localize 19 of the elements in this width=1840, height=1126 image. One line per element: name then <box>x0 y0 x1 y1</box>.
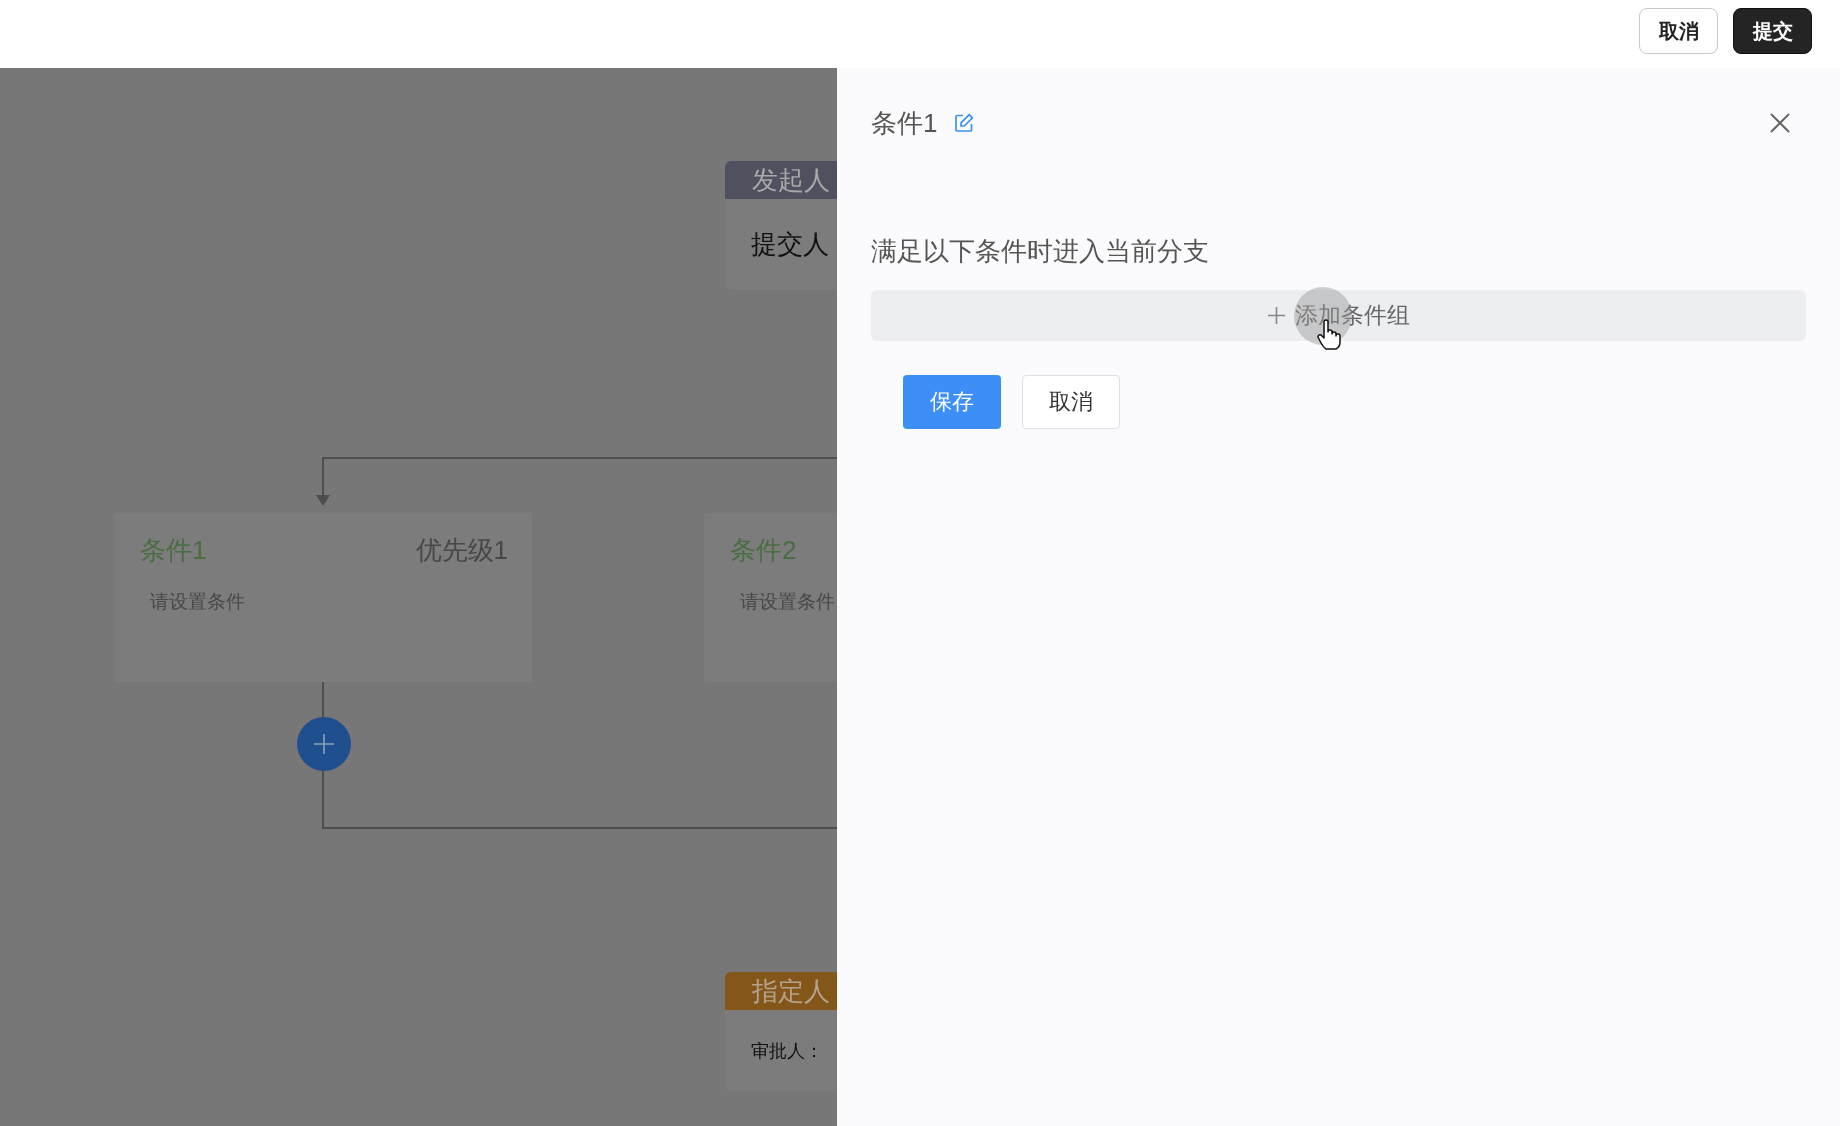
plus-icon <box>313 733 335 755</box>
node-title: 发起人 <box>725 161 837 199</box>
flow-node[interactable]: 指定人 审批人： <box>725 972 837 1091</box>
drawer-title: 条件1 <box>871 107 938 140</box>
cancel-button[interactable]: 取消 <box>1639 8 1718 54</box>
condition-title: 条件2 <box>730 534 797 567</box>
node-title: 指定人 <box>725 972 837 1010</box>
save-button[interactable]: 保存 <box>903 375 1001 429</box>
close-icon[interactable] <box>1770 113 1790 133</box>
condition-description: 满足以下条件时进入当前分支 <box>871 235 1209 268</box>
flow-node[interactable]: 发起人 提交人 <box>725 161 837 290</box>
cancel-button[interactable]: 取消 <box>1022 375 1120 429</box>
condition-title: 条件1 <box>140 534 207 567</box>
add-node-button[interactable] <box>297 717 351 771</box>
submit-button[interactable]: 提交 <box>1733 8 1812 54</box>
edit-icon[interactable] <box>954 113 975 133</box>
node-content: 审批人： <box>751 1039 823 1063</box>
node-content: 提交人 <box>751 228 829 261</box>
plus-icon <box>1267 307 1285 324</box>
